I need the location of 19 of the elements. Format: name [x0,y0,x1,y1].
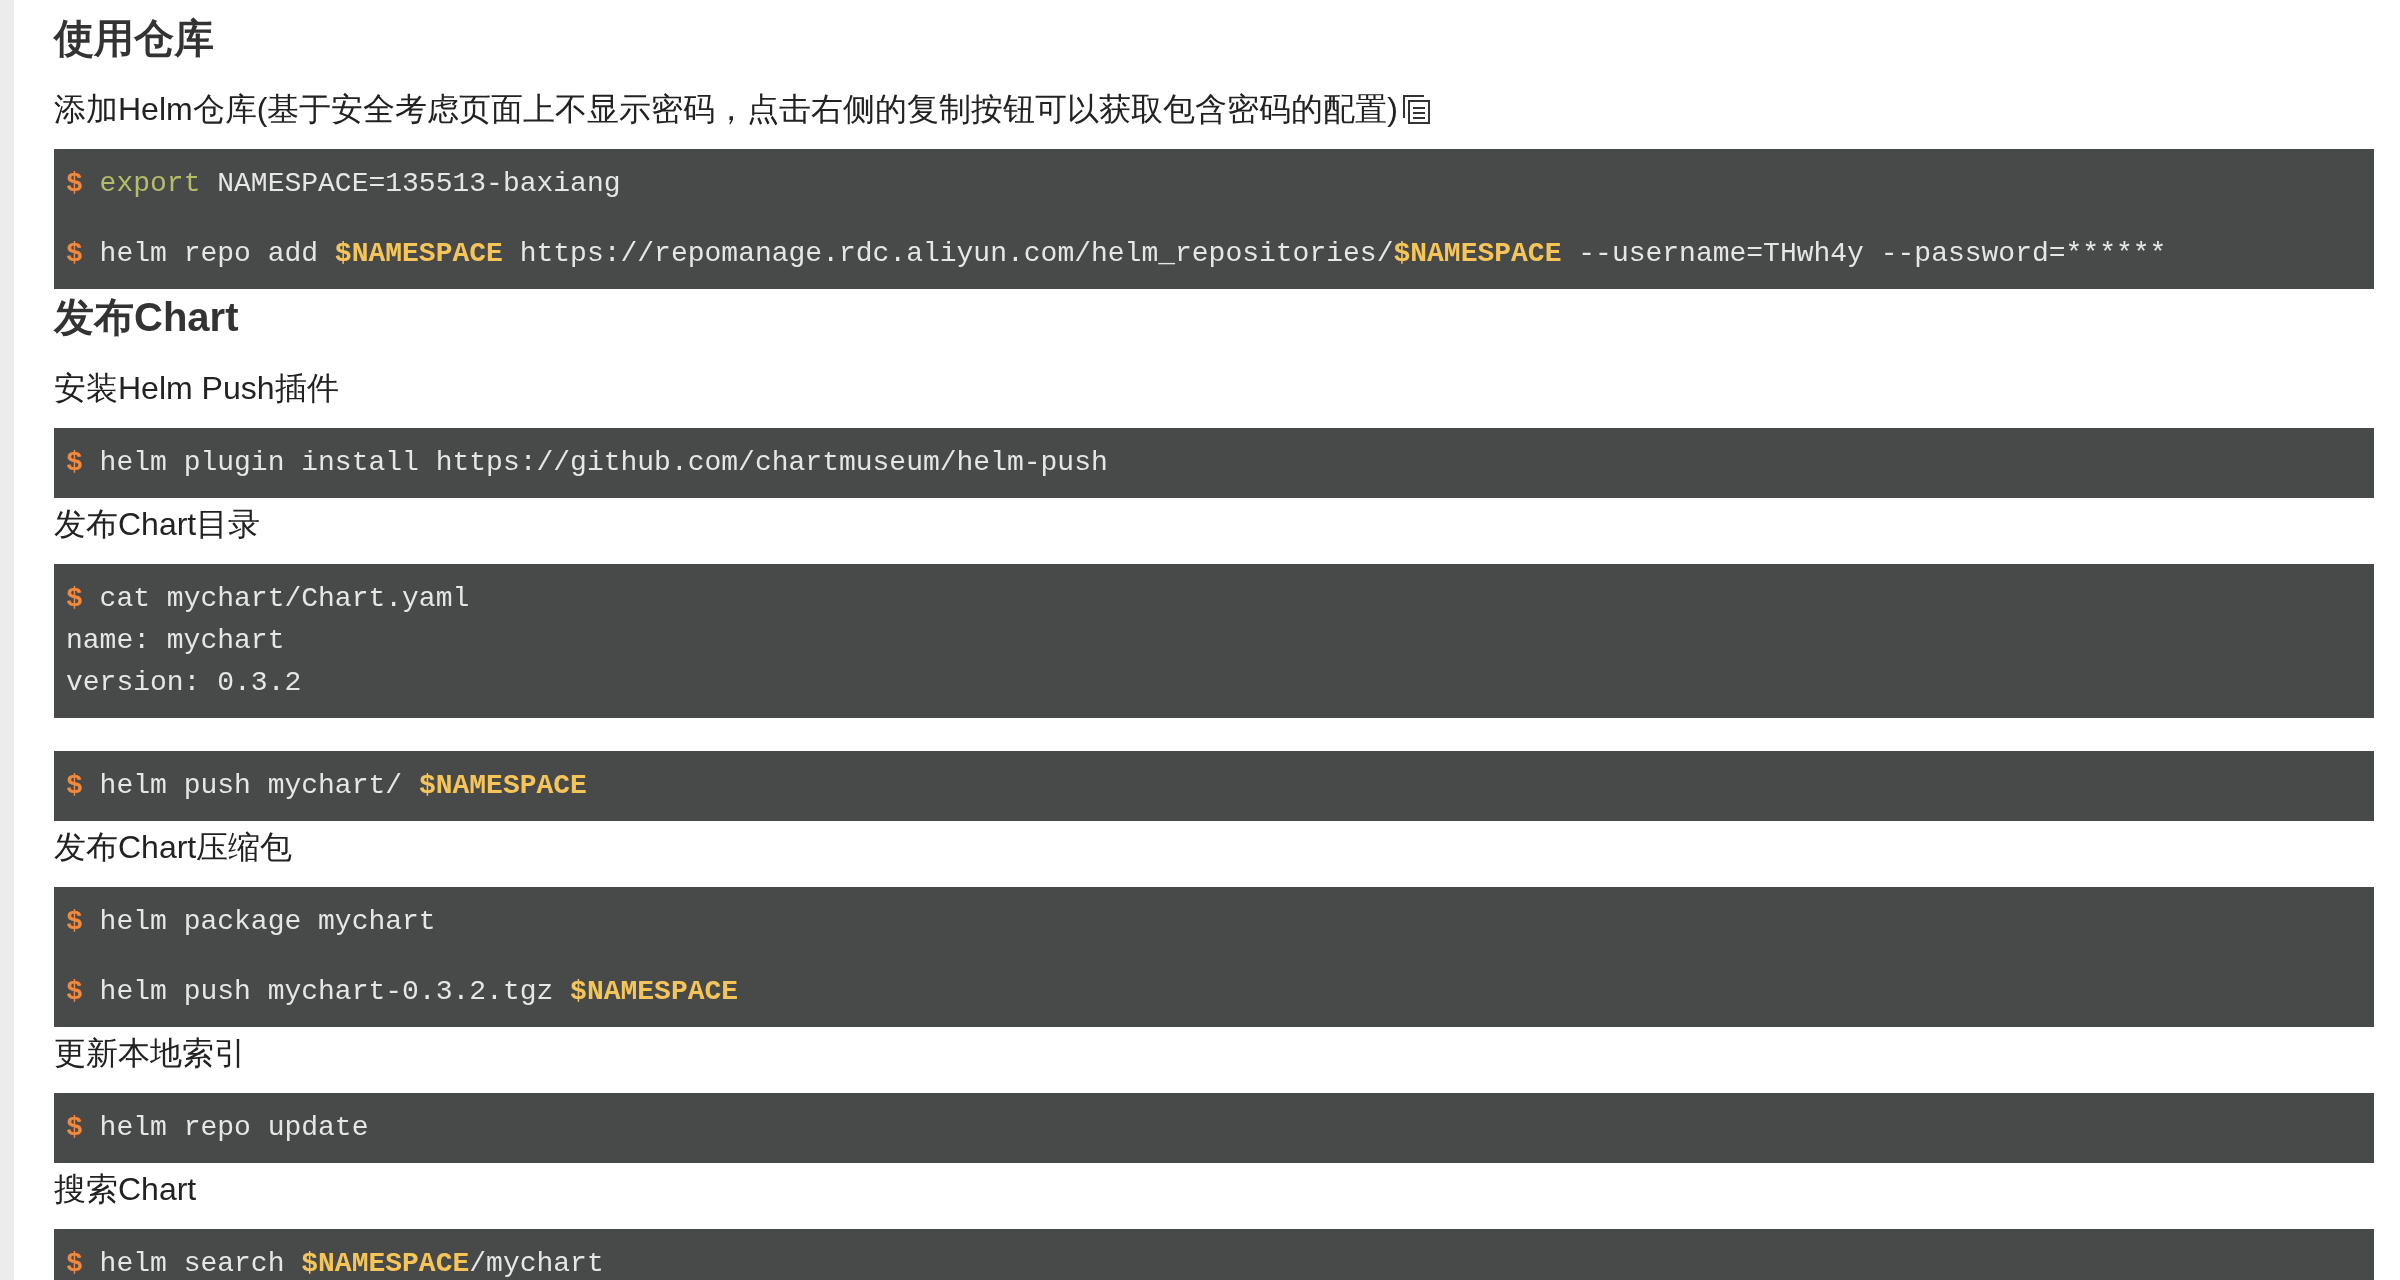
code-line: $ helm push mychart/ $NAMESPACE [66,769,587,803]
code-line: $ helm push mychart-0.3.2.tgz $NAMESPACE [66,975,739,1009]
code-line: $ helm package mychart [66,905,436,939]
code-line: $ helm repo update [66,1111,369,1145]
instruction-text: 添加Helm仓库(基于安全考虑页面上不显示密码，点击右侧的复制按钮可以获取包含密码的配置) [54,90,1398,129]
code-line: $ helm plugin install https://github.com/chartmuseum/helm-push [66,446,1108,480]
code-line: $ helm search $NAMESPACE/mychart [66,1247,604,1280]
instruction-text: 搜索Chart [54,1170,197,1209]
section-heading: 发布Chart [54,294,240,341]
instruction-text: 更新本地索引 [54,1034,246,1073]
code-line: $ cat mychart/Chart.yaml [66,582,470,616]
code-line: $ export NAMESPACE=135513-baxiang [66,167,621,201]
section-heading: 使用仓库 [54,15,215,62]
instruction-text: 安装Helm Push插件 [54,369,339,408]
code-line: name: mychart [66,624,285,658]
code-line: version: 0.3.2 [66,666,302,700]
code-line: $ helm repo add $NAMESPACE https://repomanage.rdc.aliyun.com/helm_repositories/$NAMESPACE --username=THwh4y --password=****** [66,237,2167,271]
instruction-text: 发布Chart压缩包 [54,828,293,867]
instruction-text: 发布Chart目录 [54,505,261,544]
